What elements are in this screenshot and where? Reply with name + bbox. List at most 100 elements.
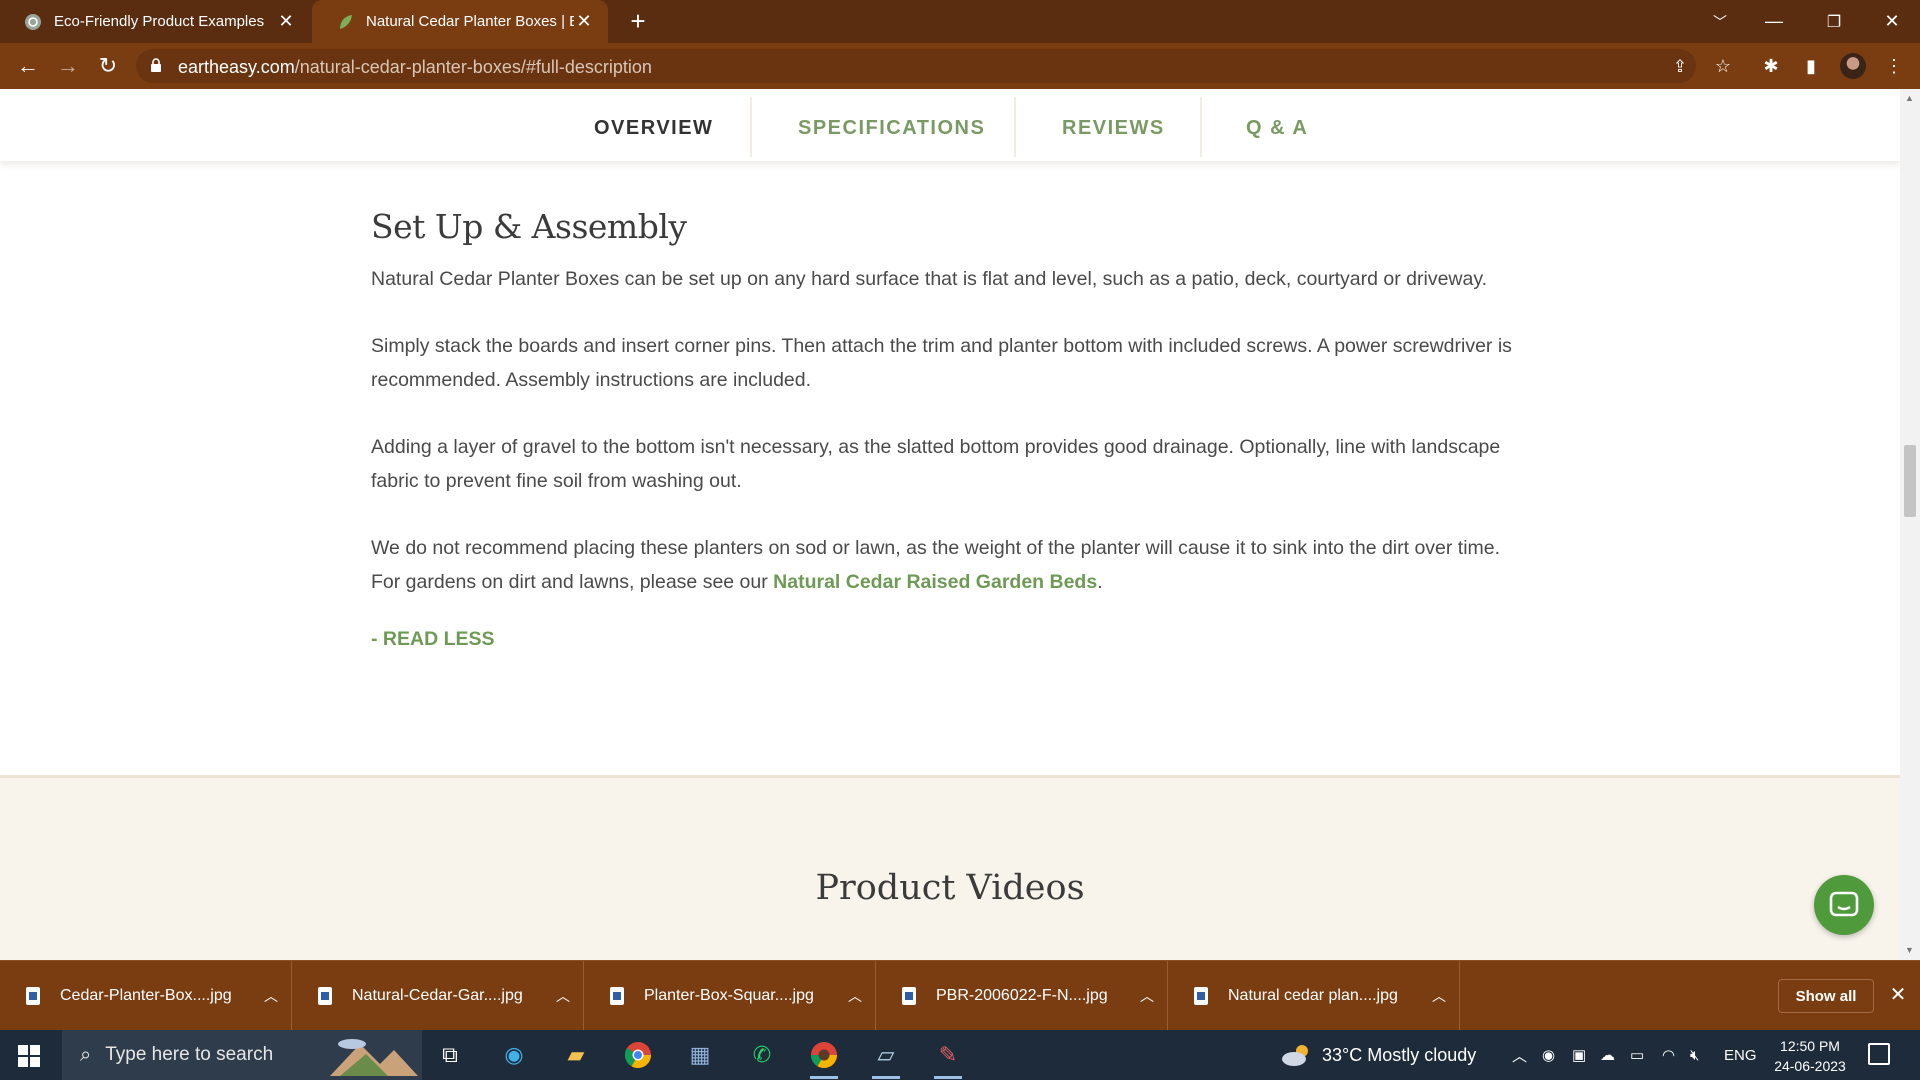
- section-heading: Set Up & Assembly: [371, 207, 687, 246]
- paragraph-surface: Natural Cedar Planter Boxes can be set u…: [371, 268, 1488, 290]
- close-downloads-bar-icon[interactable]: ✕: [1886, 983, 1910, 1007]
- speaker-muted-icon[interactable]: 🔇︎: [1690, 1030, 1699, 1080]
- download-item[interactable]: Cedar-Planter-Box....jpg ︿: [0, 961, 292, 1031]
- chevron-up-icon[interactable]: ︿: [1419, 986, 1459, 1006]
- download-item[interactable]: Planter-Box-Squar....jpg ︿: [584, 961, 876, 1031]
- bookmark-star-icon[interactable]: ☆: [1711, 54, 1735, 78]
- chevron-up-icon[interactable]: ︿: [251, 986, 291, 1006]
- chevron-up-icon[interactable]: ︿: [543, 986, 583, 1006]
- back-button[interactable]: ←: [14, 52, 42, 80]
- windows-start-button[interactable]: [18, 1045, 40, 1067]
- partly-cloudy-icon: [1282, 1045, 1308, 1066]
- product-videos-heading: Product Videos: [815, 868, 1085, 908]
- file-explorer-icon[interactable]: ▰: [556, 1037, 596, 1073]
- restore-button[interactable]: ❐: [1806, 0, 1862, 43]
- weather-widget[interactable]: 33°C Mostly cloudy: [1280, 1030, 1476, 1080]
- image-file-icon: [318, 987, 332, 1005]
- download-filename: PBR-2006022-F-N....jpg: [936, 987, 1108, 1004]
- lock-icon: [151, 58, 161, 72]
- paint-icon[interactable]: ✎: [928, 1037, 968, 1079]
- chrome-icon[interactable]: [618, 1037, 658, 1073]
- download-item[interactable]: Natural-Cedar-Gar....jpg ︿: [292, 961, 584, 1031]
- tab-natural-cedar-planter-boxes[interactable]: Natural Cedar Planter Boxes | Ear ✕: [312, 0, 608, 43]
- image-file-icon: [610, 987, 624, 1005]
- tab-title: Natural Cedar Planter Boxes | Ear: [366, 13, 574, 30]
- record-icon[interactable]: ◉: [1542, 1030, 1555, 1080]
- tab-title: Eco-Friendly Product Examples: [54, 13, 265, 30]
- onedrive-cloud-icon[interactable]: ☁: [1600, 1030, 1615, 1080]
- scroll-up-arrow-icon[interactable]: ▲: [1905, 93, 1914, 103]
- tab-search-chevron-icon[interactable]: ﹀: [1692, 0, 1748, 43]
- paragraph-assembly: Simply stack the boards and insert corne…: [371, 335, 1512, 391]
- forward-button[interactable]: →: [54, 52, 82, 80]
- nav-divider: [750, 97, 752, 157]
- edge-browser-icon[interactable]: ◉: [494, 1037, 534, 1073]
- search-placeholder: Type here to search: [105, 1044, 274, 1065]
- chat-bubble-icon: [1829, 891, 1859, 917]
- read-less-link[interactable]: - READ LESS: [371, 628, 1531, 651]
- download-item[interactable]: Natural cedar plan....jpg ︿: [1168, 961, 1460, 1031]
- meet-now-icon[interactable]: ▣: [1572, 1030, 1586, 1080]
- task-view-icon[interactable]: ⧉: [430, 1037, 470, 1073]
- chatgpt-icon: [25, 13, 41, 30]
- notepad-icon[interactable]: ▱: [866, 1037, 906, 1079]
- url-path: /natural-cedar-planter-boxes/#full-descr…: [294, 57, 652, 77]
- minimize-button[interactable]: —: [1746, 0, 1802, 43]
- reload-button[interactable]: ↻: [94, 52, 122, 80]
- browser-title-bar: Eco-Friendly Product Examples ✕ Natural …: [0, 0, 1920, 43]
- windows-taskbar: ⌕ Type here to search ⧉ ◉ ▰ ▦ ✆ ▱ ✎ 33°C…: [0, 1030, 1920, 1080]
- wifi-icon[interactable]: ◠: [1662, 1030, 1675, 1080]
- tab-specifications[interactable]: SPECIFICATIONS: [798, 117, 985, 140]
- tab-reviews[interactable]: REVIEWS: [1062, 117, 1165, 140]
- weather-text: 33°C Mostly cloudy: [1322, 1044, 1477, 1065]
- share-icon[interactable]: ⇪: [1670, 57, 1690, 77]
- chevron-up-icon[interactable]: ︿: [1127, 986, 1167, 1006]
- download-item[interactable]: PBR-2006022-F-N....jpg ︿: [876, 961, 1168, 1031]
- profile-avatar[interactable]: [1840, 53, 1866, 79]
- downloads-bar: Cedar-Planter-Box....jpg ︿ Natural-Cedar…: [0, 960, 1920, 1031]
- search-icon: ⌕: [80, 1043, 92, 1066]
- image-file-icon: [902, 987, 916, 1005]
- nav-divider: [1014, 97, 1016, 157]
- raised-garden-beds-link[interactable]: Natural Cedar Raised Garden Beds: [773, 571, 1097, 593]
- scroll-down-arrow-icon[interactable]: ▼: [1905, 945, 1914, 955]
- extensions-puzzle-icon[interactable]: ✱: [1759, 54, 1783, 78]
- download-filename: Planter-Box-Squar....jpg: [644, 987, 814, 1004]
- download-filename: Natural cedar plan....jpg: [1228, 987, 1398, 1004]
- page-scrollbar[interactable]: ▲ ▼: [1900, 89, 1920, 960]
- menu-kebab-icon[interactable]: ⋮: [1882, 54, 1906, 78]
- paragraph-end: .: [1097, 571, 1103, 593]
- close-tab-icon[interactable]: ✕: [574, 11, 594, 32]
- paragraph-lawn-warning: We do not recommend placing these plante…: [371, 531, 1531, 599]
- tab-q-and-a[interactable]: Q & A: [1246, 117, 1308, 140]
- clock-time: 12:50 PM: [1780, 1038, 1840, 1054]
- battery-icon[interactable]: ▭: [1630, 1030, 1644, 1080]
- web-page: OVERVIEW SPECIFICATIONS REVIEWS Q & A Se…: [0, 89, 1900, 960]
- calculator-icon[interactable]: ▦: [680, 1037, 720, 1073]
- side-panel-icon[interactable]: ▮: [1799, 54, 1823, 78]
- download-filename: Natural-Cedar-Gar....jpg: [352, 987, 523, 1004]
- language-indicator[interactable]: ENG: [1724, 1030, 1757, 1080]
- address-bar[interactable]: eartheasy.com/natural-cedar-planter-boxe…: [136, 49, 1696, 83]
- url-domain: eartheasy.com: [178, 57, 295, 77]
- tab-eco-friendly-product-examples[interactable]: Eco-Friendly Product Examples ✕: [0, 0, 310, 43]
- close-tab-icon[interactable]: ✕: [276, 11, 296, 32]
- whatsapp-icon[interactable]: ✆: [742, 1037, 782, 1073]
- tab-overview[interactable]: OVERVIEW: [594, 117, 713, 140]
- product-section-nav: OVERVIEW SPECIFICATIONS REVIEWS Q & A: [0, 89, 1900, 161]
- tray-overflow-chevron-icon[interactable]: ︿: [1512, 1030, 1527, 1080]
- show-all-downloads-button[interactable]: Show all: [1778, 979, 1874, 1013]
- new-tab-button[interactable]: +: [624, 8, 652, 36]
- clock-date: 24-06-2023: [1774, 1058, 1846, 1074]
- scrollbar-thumb[interactable]: [1904, 445, 1916, 517]
- chat-launcher-button[interactable]: [1814, 875, 1874, 935]
- image-file-icon: [26, 987, 40, 1005]
- download-filename: Cedar-Planter-Box....jpg: [60, 987, 232, 1004]
- system-clock[interactable]: 12:50 PM 24-06-2023: [1770, 1036, 1850, 1076]
- chevron-up-icon[interactable]: ︿: [835, 986, 875, 1006]
- chrome-profile-icon[interactable]: [804, 1037, 844, 1079]
- close-window-button[interactable]: ✕: [1864, 0, 1920, 43]
- notification-center-icon[interactable]: [1868, 1043, 1890, 1065]
- nav-divider: [1200, 97, 1202, 157]
- browser-toolbar: ← → ↻ eartheasy.com/natural-cedar-plante…: [0, 43, 1920, 89]
